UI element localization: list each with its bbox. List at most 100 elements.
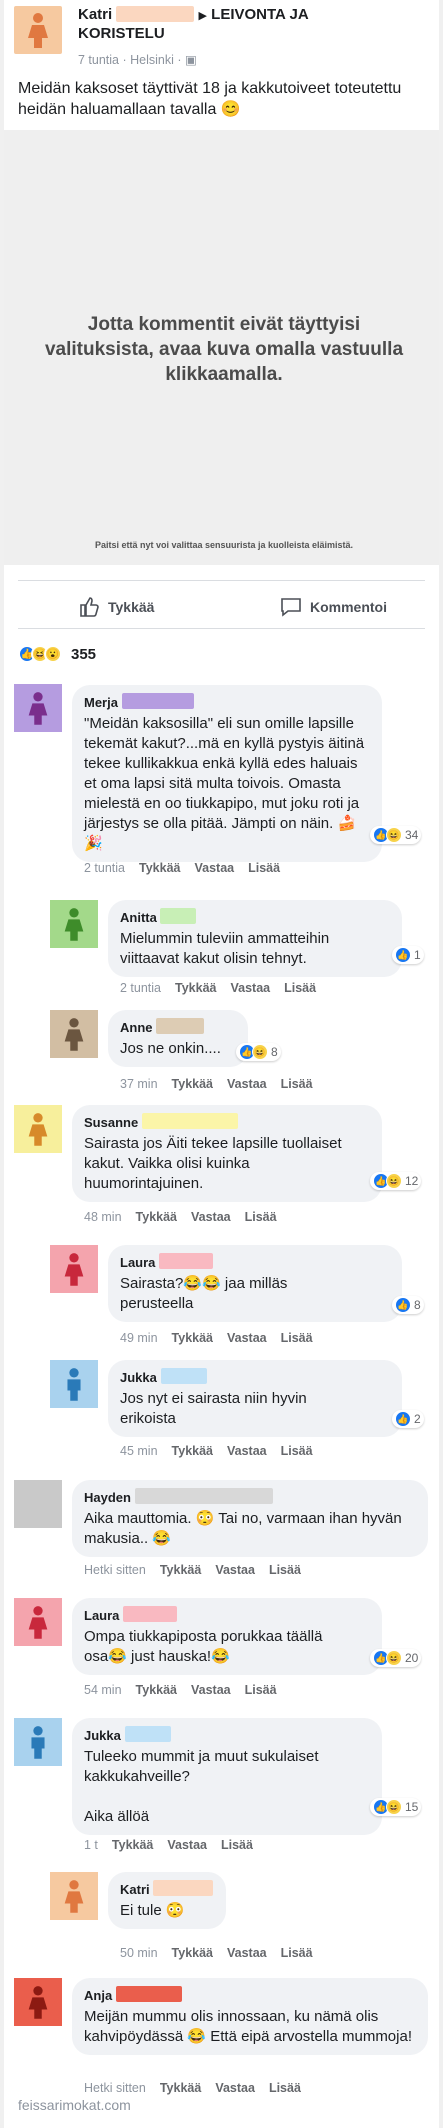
reply-link[interactable]: Vastaa (215, 2081, 255, 2095)
like-link[interactable]: Tykkää (175, 981, 216, 995)
like-button[interactable]: Tykkää (78, 596, 154, 618)
reply-link[interactable]: Vastaa (227, 1946, 267, 1960)
reaction-badge[interactable]: 👍 😆 15 (370, 1798, 422, 1816)
comment-text: Sairasta?😂😂 jaa milläs perusteella (120, 1275, 288, 1312)
commenter-name[interactable]: Anja (84, 1986, 416, 2005)
commenter-name[interactable]: Anne (120, 1018, 236, 1037)
more-link[interactable]: Lisää (245, 1683, 277, 1697)
like-link[interactable]: Tykkää (172, 1946, 213, 1960)
author-name[interactable]: Katri (78, 6, 112, 23)
comment-actions: Hetki sitten Tykkää Vastaa Lisää (84, 1563, 301, 1577)
more-link[interactable]: Lisää (281, 1331, 313, 1345)
like-link[interactable]: Tykkää (172, 1331, 213, 1345)
female-person-icon (64, 908, 84, 941)
like-link[interactable]: Tykkää (172, 1444, 213, 1458)
like-link[interactable]: Tykkää (160, 1563, 201, 1577)
more-link[interactable]: Lisää (281, 1946, 313, 1960)
reply-link[interactable]: Vastaa (191, 1210, 231, 1224)
post-image[interactable]: Jotta kommentit eivät täyttyisi valituks… (4, 130, 439, 565)
like-link[interactable]: Tykkää (112, 1838, 153, 1852)
haha-reaction-icon: 😆 (386, 827, 402, 843)
female-person-icon (28, 13, 48, 48)
redaction-bar (115, 1986, 182, 2002)
comment-label: Kommentoi (310, 599, 387, 615)
commenter-name[interactable]: Merja (84, 693, 370, 712)
comment-text: Ei tule 😳 (120, 1902, 185, 1919)
reply-link[interactable]: Vastaa (167, 1838, 207, 1852)
more-link[interactable]: Lisää (248, 861, 280, 875)
like-link[interactable]: Tykkää (136, 1210, 177, 1224)
like-link[interactable]: Tykkää (139, 861, 180, 875)
comment-icon (281, 598, 301, 617)
commenter-avatar[interactable] (14, 1718, 62, 1766)
more-link[interactable]: Lisää (281, 1444, 313, 1458)
commenter-avatar[interactable] (14, 1598, 62, 1646)
reaction-badge[interactable]: 👍 😆 8 (236, 1043, 281, 1061)
group-name[interactable]: LEIVONTA JA KORISTELU (78, 6, 308, 42)
reaction-badge[interactable]: 👍 😆 12 (370, 1172, 422, 1190)
commenter-avatar[interactable] (14, 1105, 62, 1153)
divider (18, 580, 425, 581)
reaction-badge[interactable]: 👍 😆 34 (370, 826, 422, 844)
like-link[interactable]: Tykkää (160, 2081, 201, 2095)
comment-bubble: Laura Sairasta?😂😂 jaa milläs perusteella (108, 1245, 402, 1322)
comment-bubble: Laura Ompa tiukkapiposta porukkaa täällä… (72, 1598, 382, 1675)
reply-link[interactable]: Vastaa (230, 981, 270, 995)
reply-link[interactable]: Vastaa (227, 1331, 267, 1345)
more-link[interactable]: Lisää (221, 1838, 253, 1852)
like-link[interactable]: Tykkää (172, 1077, 213, 1091)
reply-link[interactable]: Vastaa (227, 1077, 267, 1091)
male-person-icon (31, 1726, 45, 1759)
reaction-badge[interactable]: 👍 8 (392, 1296, 424, 1314)
arrow-icon: ▶ (198, 10, 207, 22)
comment-text-line2: Aika ällöä (84, 1808, 150, 1825)
comment-bubble: Jukka Tuleeko mummit ja muut sukulaiset … (72, 1718, 382, 1835)
reaction-badge[interactable]: 👍 1 (392, 946, 424, 964)
more-link[interactable]: Lisää (281, 1077, 313, 1091)
more-link[interactable]: Lisää (269, 1563, 301, 1577)
commenter-avatar[interactable] (50, 1245, 98, 1293)
post-location[interactable]: Helsinki (130, 53, 174, 67)
reply-link[interactable]: Vastaa (215, 1563, 255, 1577)
commenter-avatar[interactable] (50, 1360, 98, 1408)
haha-reaction-icon: 😆 (252, 1044, 268, 1060)
reply-link[interactable]: Vastaa (227, 1444, 267, 1458)
comment-bubble: Katri Ei tule 😳 (108, 1872, 226, 1929)
comment-bubble: Anitta Mielummin tuleviin ammatteihin vi… (108, 900, 402, 977)
more-link[interactable]: Lisää (269, 2081, 301, 2095)
commenter-name[interactable]: Hayden (84, 1488, 416, 1507)
commenter-name[interactable]: Jukka (84, 1726, 370, 1745)
like-reaction-icon: 👍 (395, 1411, 411, 1427)
commenter-name[interactable]: Anitta (120, 908, 390, 927)
like-reaction-icon: 👍 (395, 947, 411, 963)
reaction-badge[interactable]: 👍 2 (392, 1410, 424, 1428)
commenter-name[interactable]: Laura (120, 1253, 390, 1272)
reply-link[interactable]: Vastaa (191, 1683, 231, 1697)
comment-actions: 1 t Tykkää Vastaa Lisää (84, 1838, 253, 1852)
more-link[interactable]: Lisää (245, 1210, 277, 1224)
female-person-icon (64, 1018, 84, 1051)
commenter-name[interactable]: Jukka (120, 1368, 390, 1387)
commenter-avatar[interactable] (14, 1480, 62, 1528)
commenter-avatar[interactable] (14, 684, 62, 732)
commenter-name[interactable]: Katri (120, 1880, 214, 1899)
commenter-avatar[interactable] (50, 900, 98, 948)
commenter-avatar[interactable] (14, 1978, 62, 2026)
comment-button[interactable]: Kommentoi (280, 596, 387, 618)
commenter-name[interactable]: Laura (84, 1606, 370, 1625)
more-link[interactable]: Lisää (284, 981, 316, 995)
redaction-bar (153, 1880, 214, 1896)
reply-link[interactable]: Vastaa (194, 861, 234, 875)
commenter-name[interactable]: Susanne (84, 1113, 370, 1132)
redaction-bar (156, 1018, 205, 1034)
like-link[interactable]: Tykkää (136, 1683, 177, 1697)
post-time[interactable]: 7 tuntia (78, 53, 119, 67)
comment-bubble: Susanne Sairasta jos Äiti tekee lapsille… (72, 1105, 382, 1202)
author-avatar[interactable] (14, 6, 62, 54)
reaction-summary[interactable]: 👍 😆 😮 355 (18, 645, 96, 663)
redaction-bar (141, 1113, 238, 1129)
commenter-avatar[interactable] (50, 1872, 98, 1920)
commenter-avatar[interactable] (50, 1010, 98, 1058)
male-person-icon (67, 1368, 81, 1401)
reaction-badge[interactable]: 👍 😆 20 (370, 1649, 422, 1667)
